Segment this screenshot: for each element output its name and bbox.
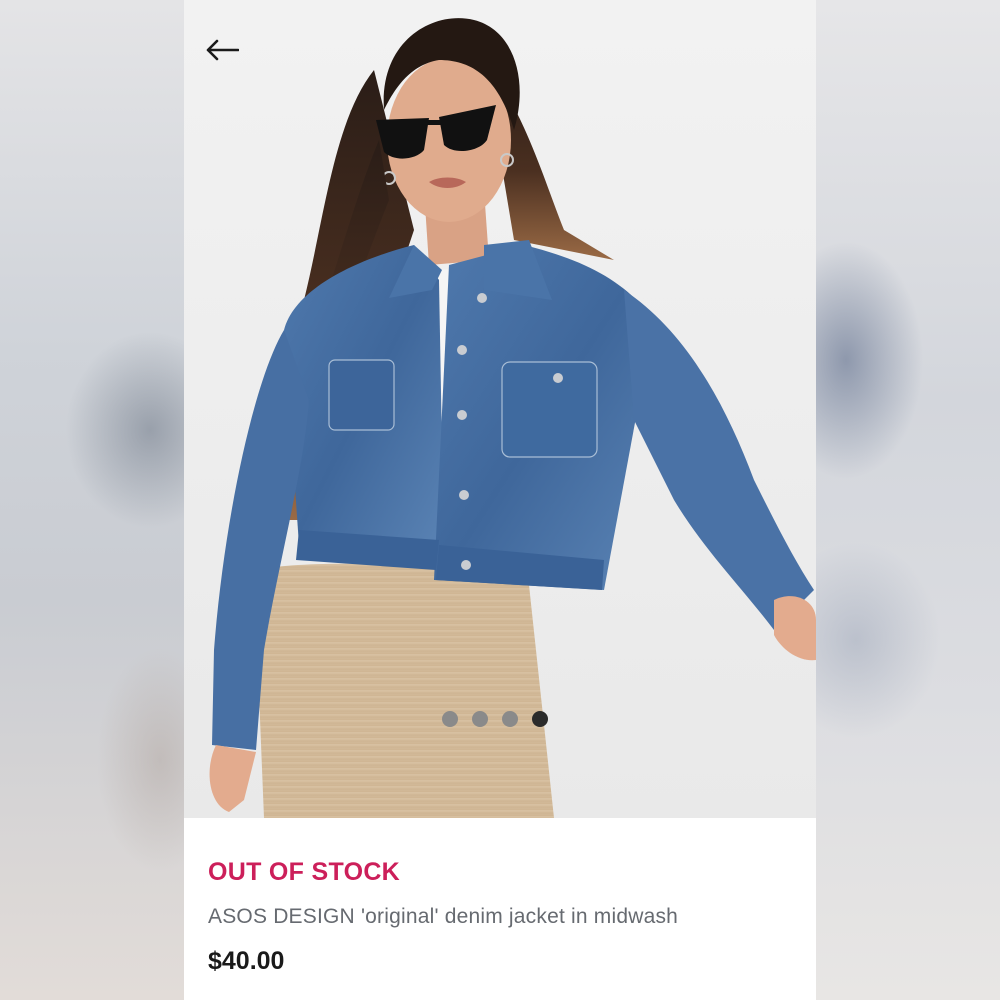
product-price: $40.00 <box>208 947 285 975</box>
screen: OUT OF STOCK ASOS DESIGN 'original' deni… <box>0 0 1000 1000</box>
product-image[interactable] <box>184 0 816 818</box>
carousel-dot-1[interactable] <box>442 711 458 727</box>
carousel-dot-3[interactable] <box>502 711 518 727</box>
arrow-left-icon <box>206 39 239 61</box>
product-title[interactable]: ASOS DESIGN 'original' denim jacket in m… <box>208 905 678 929</box>
blurred-backdrop-left <box>0 0 184 1000</box>
product-card: OUT OF STOCK ASOS DESIGN 'original' deni… <box>184 0 816 1000</box>
carousel-dot-2[interactable] <box>472 711 488 727</box>
stock-status-label: OUT OF STOCK <box>208 858 401 886</box>
carousel-dots <box>442 711 548 727</box>
blurred-backdrop-right <box>816 0 1000 1000</box>
back-button[interactable] <box>202 30 242 70</box>
carousel-dot-4-active[interactable] <box>532 711 548 727</box>
